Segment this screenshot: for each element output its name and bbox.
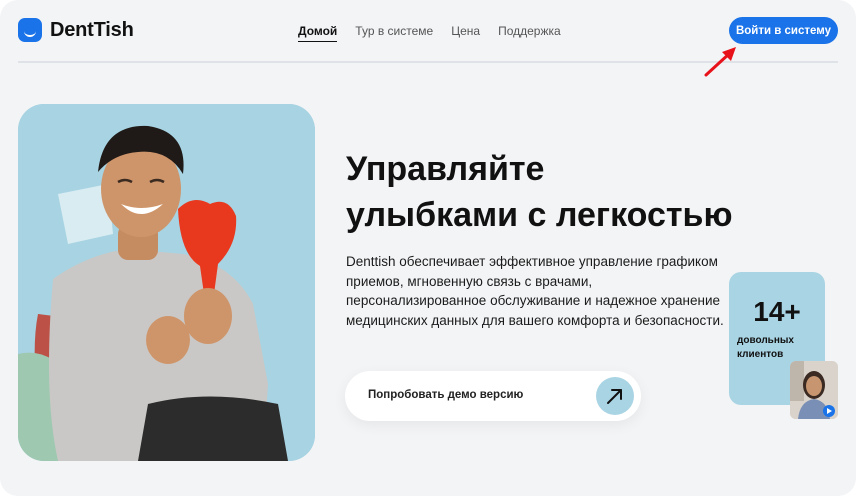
- smiling-man-illustration: [18, 104, 315, 461]
- hero-headline: Управляйте улыбками с легкостью: [346, 146, 766, 238]
- try-demo-button[interactable]: Попробовать демо версию: [345, 371, 641, 421]
- main-nav: Домой Тур в системе Цена Поддержка: [298, 24, 561, 42]
- nav-item-home[interactable]: Домой: [298, 24, 338, 42]
- nav-item-support[interactable]: Поддержка: [498, 24, 561, 42]
- tooth-logo-icon: [18, 18, 42, 42]
- red-arrow-annotation-icon: [704, 47, 736, 77]
- hero-photo: [18, 104, 315, 461]
- arrow-up-right-icon[interactable]: [596, 377, 634, 415]
- logo[interactable]: DentTish: [18, 18, 134, 42]
- nav-item-tour[interactable]: Тур в системе: [355, 24, 433, 42]
- try-demo-label: Попробовать демо версию: [368, 389, 524, 401]
- hero-description: Denttish обеспечивает эффективное управл…: [346, 254, 724, 328]
- headline-line-2: улыбками с легкостью: [346, 196, 733, 234]
- client-avatar[interactable]: [790, 361, 838, 419]
- nav-item-price[interactable]: Цена: [451, 24, 480, 42]
- woman-avatar-illustration: [790, 361, 838, 419]
- login-button[interactable]: Войти в систему: [729, 17, 838, 44]
- stat-number: 14+: [753, 296, 801, 327]
- headline-line-1: Управляйте: [346, 150, 545, 188]
- page-frame: DentTish Домой Тур в системе Цена Поддер…: [0, 0, 856, 496]
- logo-text: DentTish: [50, 18, 134, 41]
- stat-label: довольных клиентов: [737, 335, 794, 360]
